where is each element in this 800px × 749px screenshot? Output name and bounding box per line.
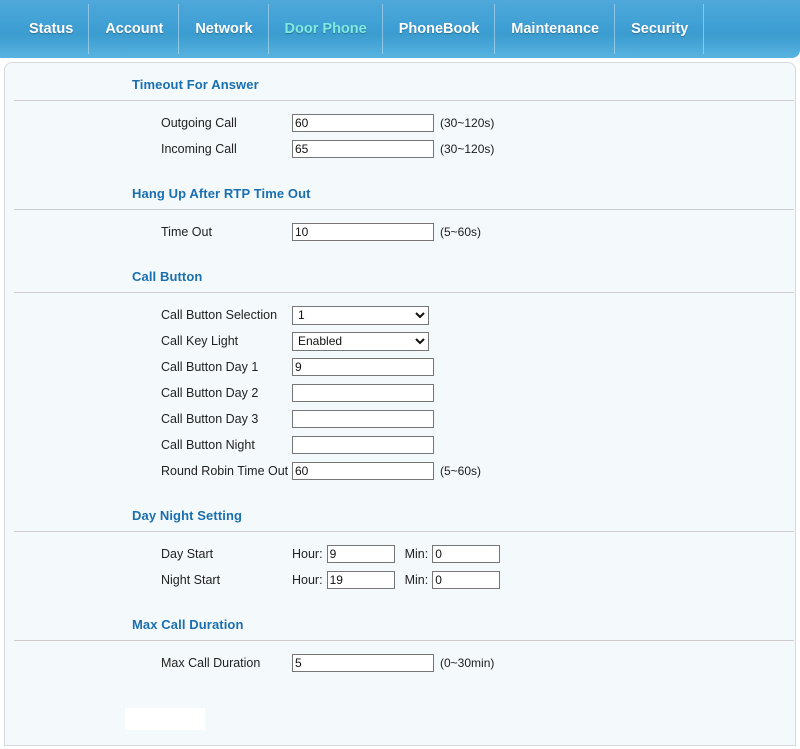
hint-rtp-time-out: (5~60s) [440,225,482,239]
label-call-key-light: Call Key Light [161,334,239,348]
nav-tab-security[interactable]: Security [615,0,705,58]
nav-tab-status[interactable]: Status [13,0,90,58]
input-night-start-hour[interactable] [326,571,395,589]
nav-tab-list: Status Account Network Door Phone PhoneB… [0,0,800,58]
section-rows-call-button: Call Button Selection 1 Call Key Light E… [5,293,795,494]
label-call-button-night: Call Button Night [161,438,255,452]
label-day-start: Day Start [161,547,214,561]
row-rtp-time-out: Time Out (5~60s) [5,219,795,245]
nav-tab-maintenance[interactable]: Maintenance [495,0,615,58]
nav-tab-phonebook[interactable]: PhoneBook [383,0,496,58]
input-call-button-night[interactable] [292,436,434,454]
input-call-button-day-1[interactable] [292,358,434,376]
section-day-night-setting: Day Night Setting Day Start Hour: Min: N… [5,494,795,603]
row-incoming-call: Incoming Call (30~120s) [5,136,795,162]
row-round-robin-time-out: Round Robin Time Out (5~60s) [5,458,795,484]
settings-panel: Timeout For Answer Outgoing Call (30~120… [4,62,796,746]
section-call-button: Call Button Call Button Selection 1 Call… [5,255,795,494]
section-title-max-call-duration: Max Call Duration [132,617,244,632]
input-rtp-time-out[interactable] [292,223,434,241]
label-call-button-day-1: Call Button Day 1 [161,360,259,374]
row-call-button-day-1: Call Button Day 1 [5,354,795,380]
input-max-call-duration[interactable] [292,654,434,672]
label-call-button-day-2: Call Button Day 2 [161,386,259,400]
label-call-button-day-3: Call Button Day 3 [161,412,259,426]
label-rtp-time-out: Time Out [161,225,212,239]
hint-round-robin-time-out: (5~60s) [440,464,482,478]
input-round-robin-time-out[interactable] [292,462,434,480]
label-day-start-hour: Hour: [292,547,323,561]
row-call-button-night: Call Button Night [5,432,795,458]
label-call-button-selection: Call Button Selection [161,308,278,322]
section-title-day-night-setting: Day Night Setting [132,508,243,523]
input-day-start-hour[interactable] [326,545,395,563]
row-max-call-duration: Max Call Duration (0~30min) [5,650,795,676]
row-call-button-day-2: Call Button Day 2 [5,380,795,406]
label-night-start-hour: Hour: [292,573,323,587]
hint-max-call-duration: (0~30min) [440,656,495,670]
hint-outgoing-call: (30~120s) [440,116,495,130]
section-timeout-for-answer: Timeout For Answer Outgoing Call (30~120… [5,63,795,172]
section-title-timeout-for-answer: Timeout For Answer [132,77,259,92]
row-day-start: Day Start Hour: Min: [5,541,795,567]
label-day-start-min: Min: [404,547,429,561]
section-max-call-duration: Max Call Duration Max Call Duration (0~3… [5,603,795,686]
hint-incoming-call: (30~120s) [440,142,495,156]
label-incoming-call: Incoming Call [161,142,237,156]
row-call-button-selection: Call Button Selection 1 [5,302,795,328]
row-outgoing-call: Outgoing Call (30~120s) [5,110,795,136]
select-call-key-light[interactable]: Enabled [292,331,429,351]
section-hang-up-after-rtp-time-out: Hang Up After RTP Time Out Time Out (5~6… [5,172,795,255]
section-title-call-button: Call Button [132,269,203,284]
submit-button[interactable] [125,708,205,730]
input-call-button-day-3[interactable] [292,410,434,428]
input-night-start-min[interactable] [432,571,501,589]
input-outgoing-call[interactable] [292,114,434,132]
row-call-button-day-3: Call Button Day 3 [5,406,795,432]
row-call-key-light: Call Key Light Enabled [5,328,795,354]
label-outgoing-call: Outgoing Call [161,116,237,130]
select-call-button-selection[interactable]: 1 [292,305,429,325]
main-navigation-bar: Status Account Network Door Phone PhoneB… [0,0,800,58]
label-night-start: Night Start [161,573,221,587]
form-actions [5,686,795,733]
section-rows-max-call-duration: Max Call Duration (0~30min) [5,641,795,686]
nav-tab-network[interactable]: Network [179,0,269,58]
label-round-robin-time-out: Round Robin Time Out [161,464,289,478]
nav-tab-door-phone[interactable]: Door Phone [269,0,383,58]
section-rows-day-night-setting: Day Start Hour: Min: Night Start Hour: M… [5,532,795,603]
section-rows-timeout-for-answer: Outgoing Call (30~120s) Incoming Call (3… [5,101,795,172]
section-title-hang-up-after-rtp-time-out: Hang Up After RTP Time Out [132,186,311,201]
input-call-button-day-2[interactable] [292,384,434,402]
section-rows-hang-up-after-rtp-time-out: Time Out (5~60s) [5,210,795,255]
label-night-start-min: Min: [404,573,429,587]
input-incoming-call[interactable] [292,140,434,158]
label-max-call-duration: Max Call Duration [161,656,261,670]
nav-tab-account[interactable]: Account [89,0,180,58]
input-day-start-min[interactable] [432,545,501,563]
row-night-start: Night Start Hour: Min: [5,567,795,593]
